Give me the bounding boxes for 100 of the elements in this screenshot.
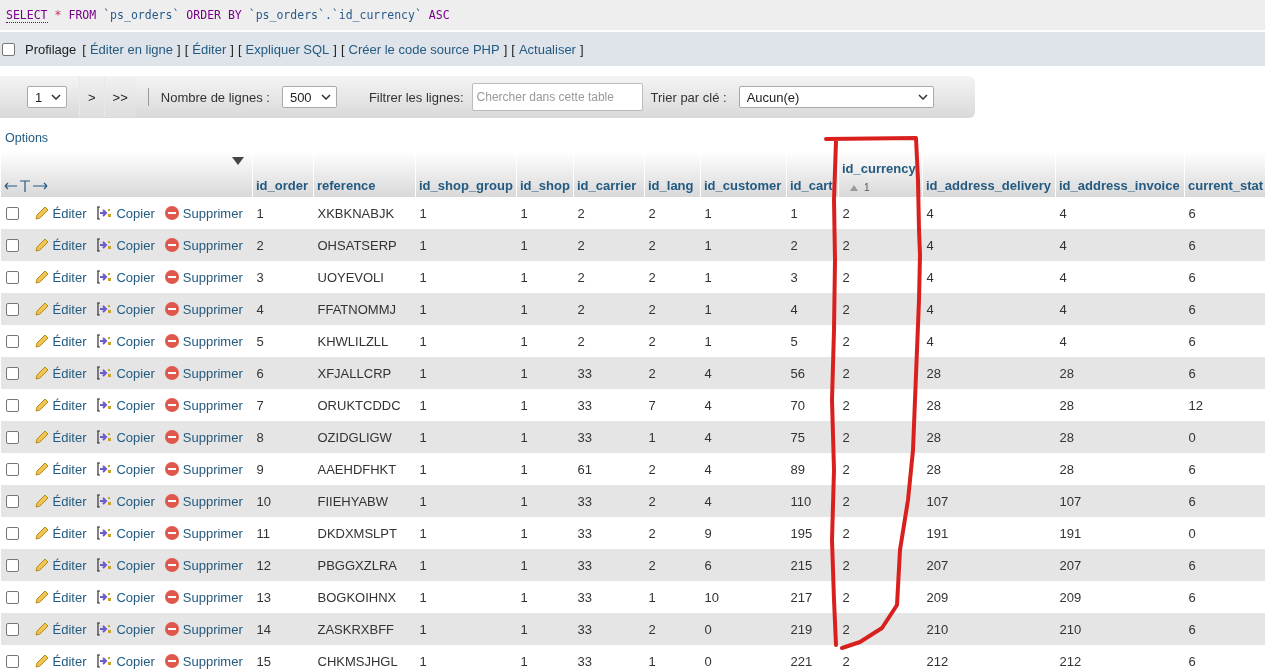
edit-link[interactable]: Éditer bbox=[33, 205, 87, 221]
copy-link[interactable]: Copier bbox=[95, 589, 155, 605]
table-cell: 221 bbox=[786, 645, 839, 671]
edit-link[interactable]: Éditer bbox=[33, 269, 87, 285]
row-checkbox[interactable] bbox=[5, 622, 19, 636]
query-action-link[interactable]: Actualiser bbox=[518, 41, 576, 57]
filter-field[interactable]: Chercher dans cette table bbox=[471, 83, 643, 111]
query-action-link[interactable]: Éditer en ligne bbox=[89, 41, 174, 57]
delete-link[interactable]: Supprimer bbox=[163, 621, 243, 637]
query-action-link[interactable]: Éditer bbox=[192, 41, 227, 57]
table-cell: 4 bbox=[922, 261, 1056, 293]
edit-link[interactable]: Éditer bbox=[33, 653, 87, 669]
copy-link[interactable]: Copier bbox=[95, 493, 155, 509]
copy-link[interactable]: Copier bbox=[95, 333, 155, 349]
next-page-button[interactable]: > bbox=[79, 77, 104, 117]
copy-link[interactable]: Copier bbox=[95, 205, 155, 221]
table-cell: 6 bbox=[1184, 485, 1265, 517]
delete-link[interactable]: Supprimer bbox=[163, 365, 243, 381]
dropdown-triangle-icon[interactable] bbox=[232, 157, 244, 165]
profiling-checkbox[interactable] bbox=[2, 42, 15, 56]
delete-link[interactable]: Supprimer bbox=[163, 205, 243, 221]
filter-label: Filtrer les lignes: bbox=[368, 89, 464, 105]
copy-link[interactable]: Copier bbox=[95, 429, 155, 445]
table-cell: 2 bbox=[573, 293, 645, 325]
copy-link[interactable]: Copier bbox=[95, 397, 155, 413]
column-header[interactable]: id_currency bbox=[842, 161, 919, 176]
delete-link[interactable]: Supprimer bbox=[163, 397, 243, 413]
copy-link[interactable]: Copier bbox=[95, 525, 155, 541]
copy-icon bbox=[95, 461, 114, 477]
row-checkbox[interactable] bbox=[5, 270, 19, 284]
rows-select[interactable]: 500 bbox=[281, 86, 337, 108]
row-checkbox[interactable] bbox=[5, 302, 19, 316]
copy-link[interactable]: Copier bbox=[95, 365, 155, 381]
table-cell: 1 bbox=[700, 325, 787, 357]
row-checkbox[interactable] bbox=[5, 590, 19, 604]
table-cell: 6 bbox=[1184, 357, 1265, 389]
edit-link[interactable]: Éditer bbox=[33, 589, 87, 605]
delete-icon bbox=[163, 333, 180, 349]
delete-link[interactable]: Supprimer bbox=[163, 493, 243, 509]
row-checkbox[interactable] bbox=[5, 366, 19, 380]
table-cell: 6 bbox=[700, 549, 787, 581]
options-link[interactable]: Options bbox=[5, 131, 49, 145]
copy-link[interactable]: Copier bbox=[95, 557, 155, 573]
edit-link[interactable]: Éditer bbox=[33, 493, 87, 509]
edit-link[interactable]: Éditer bbox=[33, 557, 87, 573]
sort-key-select[interactable]: Aucun(e) bbox=[738, 86, 934, 108]
edit-link[interactable]: Éditer bbox=[33, 333, 87, 349]
row-checkbox[interactable] bbox=[5, 430, 19, 444]
delete-link[interactable]: Supprimer bbox=[163, 653, 243, 669]
edit-link[interactable]: Éditer bbox=[33, 621, 87, 637]
copy-link[interactable]: Copier bbox=[95, 301, 155, 317]
query-action-link[interactable]: Expliquer SQL bbox=[245, 41, 330, 57]
delete-link[interactable]: Supprimer bbox=[163, 461, 243, 477]
table-cell: 191 bbox=[922, 517, 1056, 549]
row-checkbox[interactable] bbox=[5, 206, 19, 220]
column-resize-icon[interactable] bbox=[4, 179, 50, 193]
copy-link[interactable]: Copier bbox=[95, 653, 155, 669]
query-action-link[interactable]: Créer le code source PHP bbox=[348, 41, 500, 57]
table-cell: 1 bbox=[644, 421, 701, 453]
table-cell: 210 bbox=[1055, 613, 1185, 645]
table-cell: 1 bbox=[516, 549, 574, 581]
row-checkbox[interactable] bbox=[5, 334, 19, 348]
delete-link[interactable]: Supprimer bbox=[163, 525, 243, 541]
row-checkbox[interactable] bbox=[5, 238, 19, 252]
table-cell: 1 bbox=[786, 197, 839, 229]
edit-link[interactable]: Éditer bbox=[33, 301, 87, 317]
delete-link[interactable]: Supprimer bbox=[163, 557, 243, 573]
delete-link[interactable]: Supprimer bbox=[163, 333, 243, 349]
copy-link[interactable]: Copier bbox=[95, 269, 155, 285]
table-cell: 5 bbox=[786, 325, 839, 357]
copy-link[interactable]: Copier bbox=[95, 237, 155, 253]
last-page-button[interactable]: >> bbox=[103, 77, 136, 117]
page-select[interactable]: 1 bbox=[27, 86, 67, 108]
row-checkbox[interactable] bbox=[5, 462, 19, 476]
row-checkbox[interactable] bbox=[5, 494, 19, 508]
edit-link[interactable]: Éditer bbox=[33, 365, 87, 381]
edit-link[interactable]: Éditer bbox=[33, 397, 87, 413]
row-checkbox[interactable] bbox=[5, 398, 19, 412]
edit-link[interactable]: Éditer bbox=[33, 525, 87, 541]
copy-link[interactable]: Copier bbox=[95, 621, 155, 637]
delete-link[interactable]: Supprimer bbox=[163, 301, 243, 317]
row-checkbox[interactable] bbox=[5, 558, 19, 572]
edit-link[interactable]: Éditer bbox=[33, 429, 87, 445]
edit-link[interactable]: Éditer bbox=[33, 237, 87, 253]
table-cell: 1 bbox=[700, 229, 787, 261]
table-cell: 6 bbox=[1184, 645, 1265, 671]
row-checkbox[interactable] bbox=[5, 526, 19, 540]
copy-link[interactable]: Copier bbox=[95, 461, 155, 477]
caret-icon bbox=[51, 94, 61, 100]
table-cell: 2 bbox=[644, 613, 701, 645]
edit-link[interactable]: Éditer bbox=[33, 461, 87, 477]
delete-link[interactable]: Supprimer bbox=[163, 429, 243, 445]
delete-link[interactable]: Supprimer bbox=[163, 589, 243, 605]
table-cell: 4 bbox=[922, 229, 1056, 261]
delete-link[interactable]: Supprimer bbox=[163, 237, 243, 253]
delete-icon bbox=[163, 237, 180, 253]
delete-link[interactable]: Supprimer bbox=[163, 269, 243, 285]
copy-icon bbox=[95, 653, 114, 669]
bracket: [ bbox=[341, 41, 345, 57]
row-checkbox[interactable] bbox=[5, 654, 19, 668]
